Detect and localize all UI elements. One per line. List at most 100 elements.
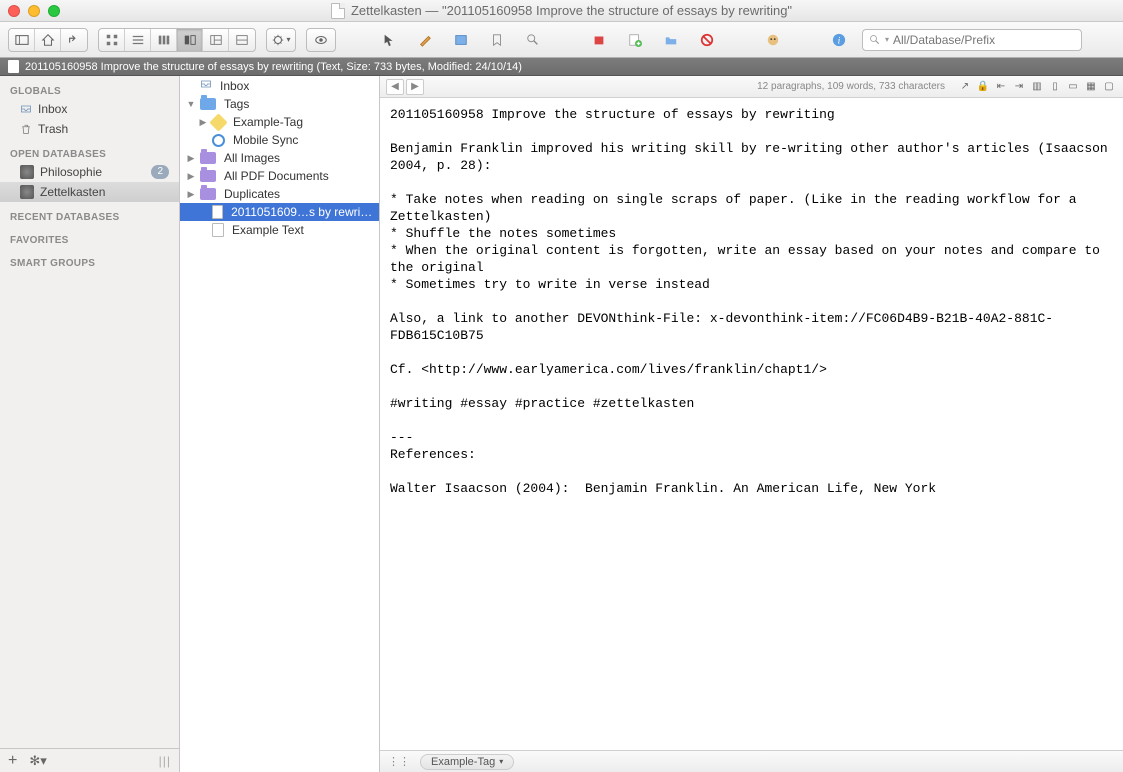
action-button[interactable]: ✻▾ [29, 753, 46, 769]
tree-item[interactable]: Inbox [180, 76, 379, 95]
lock-icon[interactable]: 🔒 [975, 80, 991, 94]
sidebar-toggle[interactable] [9, 29, 35, 51]
tool-search-icon[interactable] [520, 29, 546, 51]
nav-group [8, 28, 88, 52]
tree-item[interactable]: ▼ Tags [180, 95, 379, 113]
add-button[interactable]: + [8, 752, 17, 770]
content-pane: ◀ ▶ 12 paragraphs, 109 words, 733 charac… [380, 76, 1123, 772]
smart-folder-icon [200, 170, 216, 182]
magnifier-icon [869, 34, 881, 46]
tree-item-label: Tags [224, 97, 249, 111]
tag-label: Example-Tag [431, 756, 495, 768]
smart-folder-icon [200, 188, 216, 200]
layout-icon[interactable]: ▦ [1083, 80, 1099, 94]
disclosure-arrow-icon[interactable]: ▼ [186, 99, 196, 109]
tool-highlight-icon[interactable] [412, 29, 438, 51]
view-group [98, 28, 256, 52]
disclosure-arrow-icon[interactable]: ▶ [186, 171, 196, 182]
fullscreen-icon[interactable]: ▢ [1101, 80, 1117, 94]
forward-button[interactable]: ▶ [406, 79, 424, 95]
disclosure-arrow-icon[interactable]: ▶ [186, 153, 196, 164]
window-title-text: Zettelkasten — "201105160958 Improve the… [351, 3, 792, 18]
sidebar-item-db-philosophie[interactable]: Philosophie 2 [0, 162, 179, 182]
sidebar-item-db-zettelkasten[interactable]: Zettelkasten [0, 182, 179, 202]
columns-icon[interactable]: ▥ [1029, 80, 1045, 94]
tag-bar[interactable]: ⋮⋮ Example-Tag ▾ [380, 750, 1123, 772]
smart-groups-header: SMART GROUPS [0, 254, 179, 271]
disclosure-arrow-icon[interactable]: ▶ [198, 117, 208, 128]
clipboard-icon[interactable]: ▭ [1065, 80, 1081, 94]
tree-item-label: Example-Tag [233, 115, 303, 129]
sidebar-item-inbox[interactable]: Inbox [0, 99, 179, 119]
width-right-icon[interactable]: ⇥ [1011, 80, 1027, 94]
trash-icon [20, 123, 32, 135]
view-three-pane[interactable] [203, 29, 229, 51]
sidebar-item-label: Zettelkasten [40, 185, 105, 199]
tool-face-icon[interactable] [760, 29, 786, 51]
share-icon[interactable]: ↗ [957, 80, 973, 94]
sidebar-item-trash[interactable]: Trash [0, 119, 179, 139]
globals-header: GLOBALS [0, 82, 179, 99]
recent-databases-header: RECENT DATABASES [0, 208, 179, 225]
tag-pill[interactable]: Example-Tag ▾ [420, 754, 514, 770]
chevron-down-icon[interactable]: ▾ [499, 757, 503, 766]
tree-item[interactable]: ▶ Duplicates [180, 185, 379, 203]
tool-cursor-icon[interactable] [376, 29, 402, 51]
tree-item-label: Example Text [232, 223, 304, 237]
page-icon[interactable]: ▯ [1047, 80, 1063, 94]
tag-handle-icon[interactable]: ⋮⋮ [388, 755, 410, 768]
home-button[interactable] [35, 29, 61, 51]
tree-item[interactable]: ▶ All Images [180, 149, 379, 167]
toolbar: ▾ i ▾ [0, 22, 1123, 58]
chevron-down-icon[interactable]: ▾ [885, 35, 889, 44]
content-toolbar: ◀ ▶ 12 paragraphs, 109 words, 733 charac… [380, 76, 1123, 98]
info-button[interactable]: i [826, 29, 852, 51]
search-field[interactable]: ▾ [862, 29, 1082, 51]
titlebar: Zettelkasten — "201105160958 Improve the… [0, 0, 1123, 22]
tool-add-text-icon[interactable] [622, 29, 648, 51]
tree-item[interactable]: Example Text [180, 221, 379, 239]
resize-grip-icon[interactable]: ||| [159, 754, 171, 768]
minimize-button[interactable] [28, 5, 40, 17]
folder-icon [200, 98, 216, 110]
tree-item[interactable]: ▶All PDF Documents [180, 167, 379, 185]
tool-red-box-icon[interactable] [586, 29, 612, 51]
up-button[interactable] [61, 29, 87, 51]
sidebar-footer: + ✻▾ ||| [0, 748, 179, 772]
disclosure-arrow-icon[interactable]: ▶ [186, 189, 196, 200]
document-stats: 12 paragraphs, 109 words, 733 characters [757, 81, 945, 92]
tool-folder-icon[interactable] [658, 29, 684, 51]
favorites-header: FAVORITES [0, 231, 179, 248]
tree-item[interactable]: 2011051609…s by rewriting [180, 203, 379, 221]
view-icons[interactable] [99, 29, 125, 51]
action-menu[interactable]: ▾ [266, 28, 296, 52]
text-editor[interactable]: 201105160958 Improve the structure of es… [380, 98, 1123, 750]
back-button[interactable]: ◀ [386, 79, 404, 95]
search-input[interactable] [893, 33, 1075, 47]
document-icon [212, 205, 224, 219]
path-text: 201105160958 Improve the structure of es… [25, 61, 522, 73]
group-list: Inbox ▼ Tags ▶ Example-Tag Mobile Sync ▶ All Im… [180, 76, 380, 772]
tree-item[interactable]: Mobile Sync [180, 131, 379, 149]
tree-item-label: Duplicates [224, 187, 280, 201]
sidebar-item-label: Inbox [38, 102, 67, 116]
tool-note-icon[interactable] [448, 29, 474, 51]
tree-item[interactable]: ▶ Example-Tag [180, 113, 379, 131]
tool-prohibit-icon[interactable] [694, 29, 720, 51]
tree-item-label: All Images [224, 151, 280, 165]
close-button[interactable] [8, 5, 20, 17]
tree-item-label: Inbox [220, 79, 249, 93]
width-left-icon[interactable]: ⇤ [993, 80, 1009, 94]
view-columns[interactable] [151, 29, 177, 51]
document-icon [331, 3, 345, 19]
document-icon [212, 223, 224, 237]
inbox-icon [200, 78, 212, 93]
database-icon [20, 165, 34, 179]
source-list: GLOBALS Inbox Trash OPEN DATABASES Philo… [0, 76, 180, 772]
tool-bookmark-icon[interactable] [484, 29, 510, 51]
view-tags[interactable] [229, 29, 255, 51]
view-split[interactable] [177, 29, 203, 51]
view-list[interactable] [125, 29, 151, 51]
zoom-button[interactable] [48, 5, 60, 17]
quicklook-button[interactable] [306, 28, 336, 52]
